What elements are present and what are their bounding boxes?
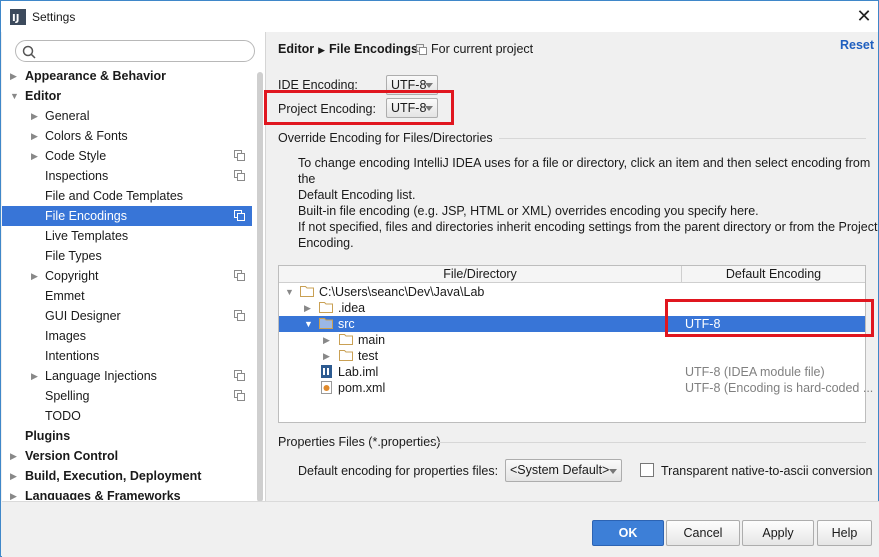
- sidebar-item-editor[interactable]: ▼ Editor: [2, 86, 252, 106]
- sidebar-item-inspections[interactable]: Inspections: [2, 166, 252, 186]
- search-input[interactable]: [15, 40, 255, 62]
- help-line: Encoding.: [298, 236, 354, 250]
- reset-link[interactable]: Reset: [840, 38, 874, 52]
- ok-button[interactable]: OK: [592, 520, 664, 546]
- settings-sidebar: ▶ Appearance & Behavior ▼ Editor ▶ General …: [2, 32, 265, 502]
- sidebar-item-general[interactable]: ▶ General: [2, 106, 252, 126]
- sidebar-item-appearance[interactable]: ▶ Appearance & Behavior: [2, 66, 252, 86]
- chevron-down-icon: [425, 83, 433, 88]
- sidebar-item-file-encodings[interactable]: File Encodings: [2, 206, 252, 226]
- intellij-app-icon: IJ: [10, 9, 26, 25]
- file-name: src: [338, 317, 355, 331]
- settings-window: IJ Settings ✕ ▶ Appearance & Behavior ▼ Ed…: [0, 0, 879, 557]
- sidebar-item-intentions[interactable]: Intentions: [2, 346, 252, 366]
- apply-button[interactable]: Apply: [742, 520, 814, 546]
- project-scope-icon: [234, 390, 245, 401]
- for-current-project-label: For current project: [431, 42, 534, 56]
- file-name: main: [358, 333, 386, 347]
- override-help-text-2: Built-in file encoding (e.g. JSP, HTML o…: [298, 203, 877, 251]
- highlight-box-project-encoding: [264, 90, 454, 125]
- folder-icon: [339, 350, 353, 361]
- project-scope-icon: [234, 370, 245, 381]
- properties-section-title: Properties Files (*.properties): [278, 435, 441, 449]
- transparent-conversion-checkbox[interactable]: [640, 463, 654, 477]
- help-line: If not specified, files and directories …: [298, 220, 878, 234]
- help-line: Built-in file encoding (e.g. JSP, HTML o…: [298, 204, 759, 218]
- breadcrumb-file-encodings: File Encodings: [329, 42, 418, 56]
- highlight-box-src-encoding: [665, 299, 874, 337]
- sidebar-item-file-code-templates[interactable]: File and Code Templates: [2, 186, 252, 206]
- sidebar-item-build[interactable]: ▶ Build, Execution, Deployment: [2, 466, 252, 486]
- override-section-title: Override Encoding for Files/Directories: [278, 131, 493, 145]
- sidebar-item-code-style[interactable]: ▶ Code Style: [2, 146, 252, 166]
- encoding-table: File/Directory Default Encoding ▼ C:\Use…: [278, 265, 873, 423]
- table-row[interactable]: ▼ C:\Users\seanc\Dev\Java\Lab: [279, 284, 865, 300]
- override-help-text-1: To change encoding IntelliJ IDEA uses fo…: [298, 155, 878, 203]
- table-row[interactable]: ▶ test: [279, 348, 865, 364]
- help-line: To change encoding IntelliJ IDEA uses fo…: [298, 156, 871, 186]
- project-scope-icon: [416, 44, 427, 55]
- project-scope-icon: [234, 170, 245, 181]
- project-scope-icon: [234, 270, 245, 281]
- file-name: test: [358, 349, 379, 363]
- sidebar-item-todo[interactable]: TODO: [2, 406, 252, 426]
- column-header-encoding[interactable]: Default Encoding: [682, 266, 865, 283]
- sidebar-item-copyright[interactable]: ▶ Copyright: [2, 266, 252, 286]
- properties-encoding-value: <System Default>: [510, 463, 610, 477]
- maven-file-icon: [321, 381, 332, 394]
- encoding-value[interactable]: UTF-8 (IDEA module file): [685, 364, 825, 380]
- folder-icon: [300, 286, 314, 297]
- sidebar-item-file-types[interactable]: File Types: [2, 246, 252, 266]
- properties-encoding-label: Default encoding for properties files:: [298, 464, 499, 478]
- sidebar-item-gui-designer[interactable]: GUI Designer: [2, 306, 252, 326]
- section-divider: [433, 442, 866, 443]
- table-row[interactable]: pom.xml UTF-8 (Encoding is hard-coded ..…: [279, 380, 873, 396]
- folder-icon: [319, 318, 333, 329]
- breadcrumb-editor: Editor: [278, 42, 315, 56]
- sidebar-item-language-injections[interactable]: ▶ Language Injections: [2, 366, 252, 386]
- file-name: .idea: [338, 301, 366, 315]
- file-name: Lab.iml: [338, 365, 379, 379]
- sidebar-item-version-control[interactable]: ▶ Version Control: [2, 446, 252, 466]
- for-current-project: For current project: [416, 42, 533, 56]
- close-icon[interactable]: ✕: [851, 5, 877, 27]
- title-bar: IJ Settings ✕: [1, 1, 878, 32]
- transparent-conversion-label: Transparent native-to-ascii conversion: [661, 464, 873, 478]
- search-icon: [22, 45, 36, 59]
- sidebar-scrollbar[interactable]: [257, 72, 263, 502]
- column-header-file[interactable]: File/Directory: [279, 266, 682, 283]
- window-title: Settings: [32, 10, 76, 24]
- sidebar-item-images[interactable]: Images: [2, 326, 252, 346]
- project-scope-icon: [234, 310, 245, 321]
- sidebar-item-spelling[interactable]: Spelling: [2, 386, 252, 406]
- encoding-value[interactable]: UTF-8 (Encoding is hard-coded ...: [685, 380, 873, 396]
- section-divider: [499, 138, 866, 139]
- breadcrumb: Editor ▶ File Encodings: [278, 42, 418, 56]
- dialog-footer: OK Cancel Apply Help: [2, 501, 879, 557]
- sidebar-item-emmet[interactable]: Emmet: [2, 286, 252, 306]
- sidebar-item-live-templates[interactable]: Live Templates: [2, 226, 252, 246]
- table-row[interactable]: Lab.iml UTF-8 (IDEA module file): [279, 364, 865, 380]
- help-button[interactable]: Help: [817, 520, 872, 546]
- svg-text:IJ: IJ: [12, 13, 19, 24]
- module-file-icon: [321, 365, 332, 378]
- chevron-down-icon: [609, 469, 617, 474]
- folder-icon: [319, 302, 333, 313]
- help-line: Default Encoding list.: [298, 188, 416, 202]
- breadcrumb-separator: ▶: [318, 45, 326, 55]
- project-scope-icon: [234, 150, 245, 161]
- sidebar-item-plugins[interactable]: Plugins: [2, 426, 252, 446]
- file-name: C:\Users\seanc\Dev\Java\Lab: [319, 285, 485, 299]
- project-scope-icon: [234, 210, 245, 221]
- file-name: pom.xml: [338, 381, 386, 395]
- file-encodings-panel: Editor ▶ File Encodings For current projec…: [264, 32, 878, 501]
- properties-encoding-select[interactable]: <System Default>: [505, 459, 622, 482]
- sidebar-item-languages[interactable]: ▶ Languages & Frameworks: [2, 486, 252, 500]
- cancel-button[interactable]: Cancel: [666, 520, 740, 546]
- sidebar-item-colors-fonts[interactable]: ▶ Colors & Fonts: [2, 126, 252, 146]
- folder-icon: [339, 334, 353, 345]
